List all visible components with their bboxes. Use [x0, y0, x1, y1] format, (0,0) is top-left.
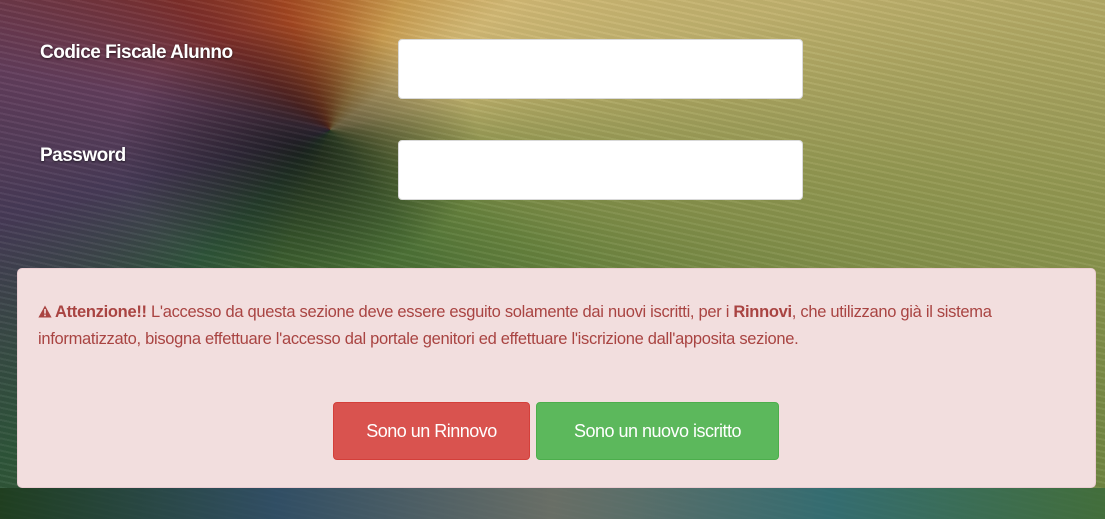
codice-fiscale-label: Codice Fiscale Alunno: [40, 42, 233, 63]
password-label: Password: [40, 145, 126, 166]
warning-triangle-icon: [38, 300, 52, 318]
alert-text-part1: L'accesso da questa sezione deve essere …: [146, 303, 734, 321]
renew-button[interactable]: Sono un Rinnovo: [333, 402, 530, 460]
codice-fiscale-input[interactable]: [398, 39, 803, 99]
new-enrollment-button[interactable]: Sono un nuovo iscritto: [536, 402, 779, 460]
warning-alert: Attenzione!! L'accesso da questa sezione…: [17, 268, 1096, 488]
password-input[interactable]: [398, 140, 803, 200]
background-image-bottom: [0, 488, 1105, 519]
alert-message: Attenzione!! L'accesso da questa sezione…: [38, 299, 1073, 353]
alert-highlight-rinnovi: Rinnovi: [733, 303, 792, 321]
alert-title: Attenzione!!: [55, 303, 147, 321]
